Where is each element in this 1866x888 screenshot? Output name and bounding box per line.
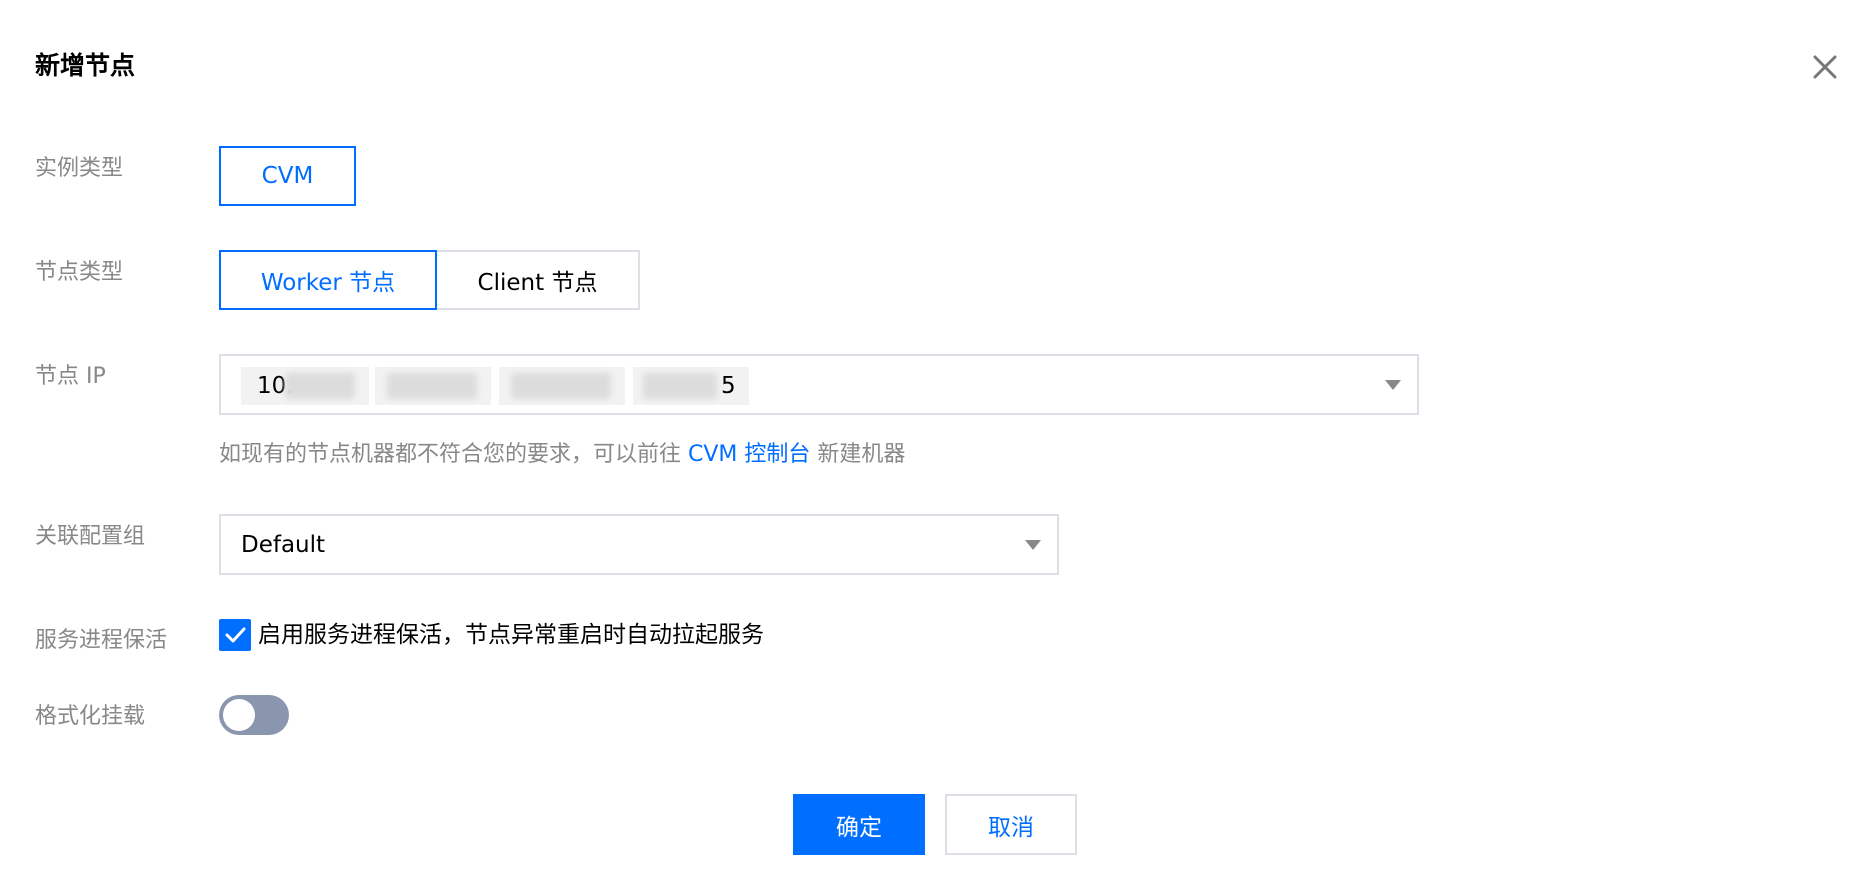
config-group-label: 关联配置组 bbox=[35, 524, 146, 549]
node-type-label: 节点类型 bbox=[35, 260, 124, 285]
node-ip-hint: 如现有的节点机器都不符合您的要求，可以前往 CVM 控制台 新建机器 bbox=[219, 442, 906, 467]
chevron-down-icon bbox=[1025, 539, 1041, 550]
format-mount-label: 格式化挂载 bbox=[35, 704, 146, 729]
format-mount-toggle[interactable] bbox=[219, 695, 289, 735]
node-type-worker-button[interactable]: Worker 节点 bbox=[219, 250, 437, 310]
confirm-button[interactable]: 确定 bbox=[793, 794, 925, 855]
cvm-console-link[interactable]: CVM 控制台 bbox=[688, 442, 810, 467]
keepalive-text: 启用服务进程保活，节点异常重启时自动拉起服务 bbox=[258, 622, 764, 648]
instance-type-label: 实例类型 bbox=[35, 156, 124, 181]
config-group-value: Default bbox=[241, 531, 326, 558]
node-ip-select[interactable]: 10. 5 bbox=[219, 354, 1419, 415]
keepalive-checkbox[interactable] bbox=[219, 619, 251, 651]
close-icon[interactable] bbox=[1810, 52, 1840, 82]
toggle-knob bbox=[223, 699, 255, 731]
ip-tag: 5 bbox=[633, 367, 749, 405]
add-node-dialog: 新增节点 实例类型 CVM 节点类型 Worker 节点 Client 节点 节… bbox=[0, 0, 1866, 888]
chevron-down-icon bbox=[1385, 379, 1401, 390]
ip-tag bbox=[375, 367, 491, 405]
cancel-button[interactable]: 取消 bbox=[945, 794, 1077, 855]
ip-tag: 10. bbox=[241, 367, 369, 405]
keepalive-label: 服务进程保活 bbox=[35, 628, 168, 653]
instance-type-cvm-button[interactable]: CVM bbox=[219, 146, 356, 206]
ip-tag bbox=[499, 367, 625, 405]
config-group-select[interactable]: Default bbox=[219, 514, 1059, 575]
node-ip-label: 节点 IP bbox=[35, 364, 106, 389]
node-type-client-button[interactable]: Client 节点 bbox=[435, 250, 640, 310]
dialog-title: 新增节点 bbox=[35, 51, 136, 80]
